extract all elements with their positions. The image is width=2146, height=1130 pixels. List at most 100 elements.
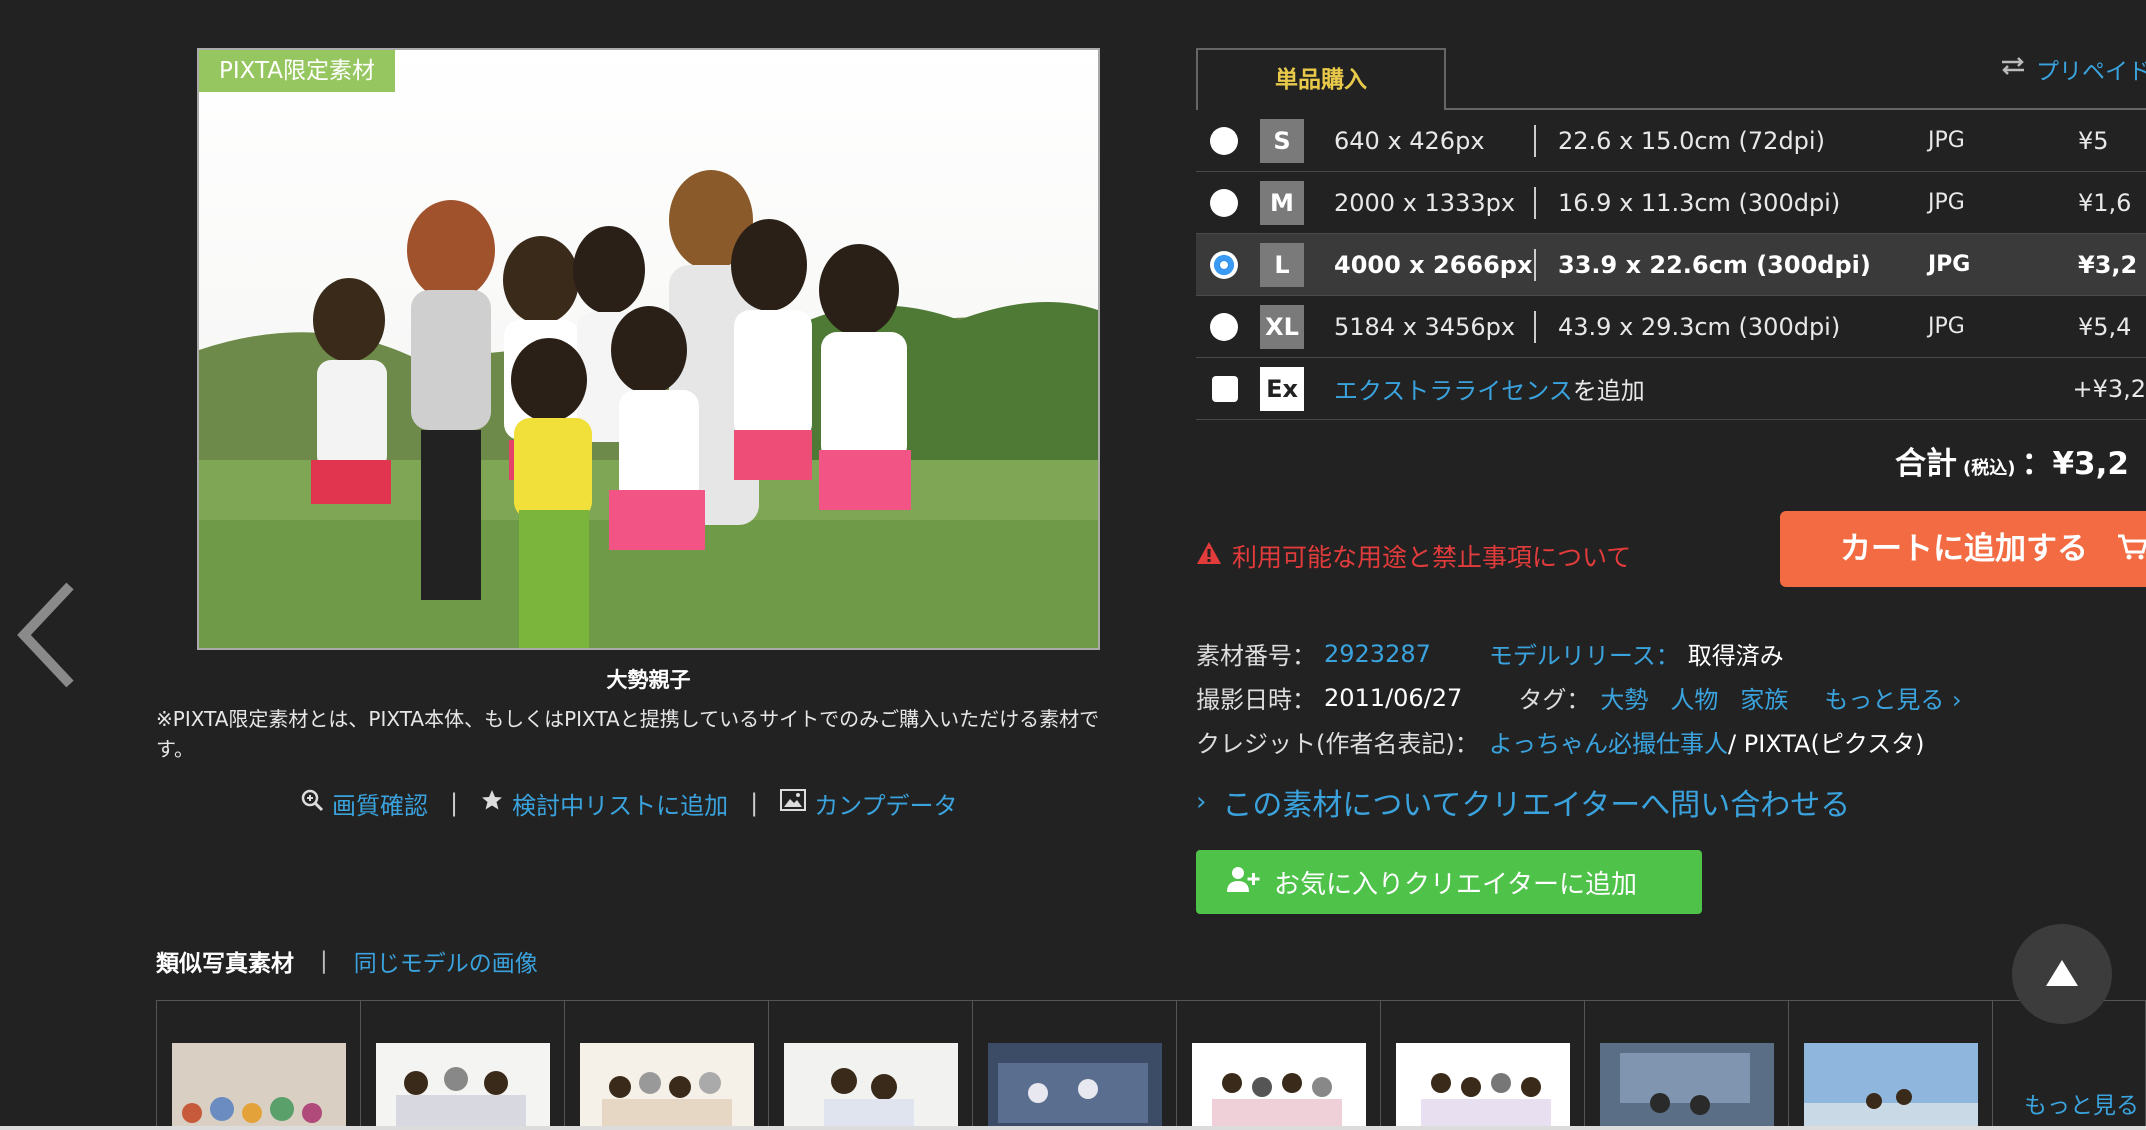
usage-warning-link[interactable]: 利用可能な用途と禁止事項について (1196, 538, 1631, 574)
size-code-badge: XL (1260, 304, 1304, 349)
size-option-l[interactable]: L 4000 x 2666px 33.9 x 22.6cm (300dpi) J… (1196, 234, 2146, 296)
similar-tabs: 類似写真素材 | 同じモデルの画像 (156, 944, 538, 978)
tag-link[interactable]: 人物 (1670, 680, 1718, 715)
cart-icon (2117, 513, 2146, 589)
credit-row: クレジット(作者名表記)： よっちゃん必撮仕事人 / PIXTA(ピクスタ) (1196, 724, 1925, 759)
divider: | (320, 948, 328, 974)
quality-check-link[interactable]: 画質確認 (300, 786, 428, 821)
size-radio[interactable] (1210, 312, 1238, 341)
size-option-s[interactable]: S 640 x 426px 22.6 x 15.0cm (72dpi) JPG … (1196, 110, 2146, 172)
thumbnail-image[interactable] (1600, 1043, 1774, 1130)
main-photo[interactable] (197, 48, 1100, 650)
date-label: 撮影日時： (1196, 686, 1316, 714)
size-print: 16.9 x 11.3cm (300dpi) (1558, 188, 1841, 217)
thumbnail-image[interactable] (376, 1043, 550, 1130)
divider: | (450, 789, 459, 817)
add-to-cart-label: カートに追加する (1840, 531, 2088, 567)
extra-license-text: エクストラライセンスを追加 (1334, 371, 1645, 406)
date-tags-row: 撮影日時： 2011/06/27 タグ： 大勢 人物 家族 もっと見る › (1196, 680, 1962, 715)
thumbnail-image[interactable] (1396, 1043, 1570, 1130)
tab-prepaid[interactable]: プリペイド (2000, 52, 2146, 86)
thumbnail-image[interactable] (580, 1043, 754, 1130)
size-radio[interactable] (1210, 126, 1238, 155)
scroll-to-top-button[interactable] (2012, 924, 2112, 1024)
tab-prepaid-label: プリペイド (2036, 59, 2146, 85)
tag-link[interactable]: 家族 (1740, 680, 1788, 715)
material-no-label: 素材番号： (1196, 642, 1316, 670)
size-format: JPG (1928, 252, 1971, 277)
thumbnail-item[interactable] (565, 1001, 769, 1130)
star-icon (480, 788, 504, 818)
credit-label: クレジット(作者名表記)： (1196, 730, 1479, 758)
size-pixels: 640 x 426px (1334, 126, 1485, 155)
tab-same-model[interactable]: 同じモデルの画像 (354, 944, 538, 978)
thumbnail-item[interactable] (361, 1001, 565, 1130)
total-price: 合計 (税込) ：¥3,2 (1895, 438, 2129, 483)
size-code-badge: L (1260, 242, 1304, 287)
thumbnail-item[interactable] (973, 1001, 1177, 1130)
divider (1534, 186, 1536, 219)
add-user-icon (1226, 865, 1260, 900)
extra-license-suffix: を追加 (1572, 377, 1645, 405)
size-code-badge: Ex (1260, 366, 1304, 411)
tab-similar-photos[interactable]: 類似写真素材 (156, 944, 294, 978)
size-price: ¥5,4 (2078, 312, 2132, 341)
thumbnail-item[interactable] (157, 1001, 361, 1130)
total-label: 合計 (1895, 446, 1957, 482)
thumbnail-image[interactable] (988, 1043, 1162, 1130)
add-to-cart-button[interactable]: カートに追加する (1780, 511, 2146, 587)
thumbnail-item[interactable] (1789, 1001, 1993, 1130)
zoom-icon (300, 788, 324, 818)
thumbnail-image[interactable] (1804, 1043, 1978, 1130)
add-to-list-link[interactable]: 検討中リストに追加 (480, 786, 728, 821)
thumbnail-image[interactable] (1192, 1043, 1366, 1130)
size-radio-selected[interactable] (1210, 250, 1238, 279)
size-pixels: 4000 x 2666px (1334, 250, 1533, 279)
tag-link[interactable]: 大勢 (1600, 680, 1648, 715)
size-format: JPG (1928, 128, 1965, 153)
more-similar-link[interactable]: もっと見る (2024, 1086, 2139, 1120)
similar-thumbnails (156, 1000, 2146, 1130)
material-no[interactable]: 2923287 (1324, 640, 1431, 668)
thumbnail-item[interactable] (1177, 1001, 1381, 1130)
credit-suffix: / PIXTA(ピクスタ) (1728, 730, 1925, 758)
extra-license-checkbox[interactable] (1212, 375, 1238, 402)
comp-data-link[interactable]: カンプデータ (780, 786, 957, 821)
size-option-xl[interactable]: XL 5184 x 3456px 43.9 x 29.3cm (300dpi) … (1196, 296, 2146, 358)
size-radio[interactable] (1210, 188, 1238, 217)
quality-check-label: 画質確認 (332, 791, 428, 820)
thumbnail-item[interactable] (1381, 1001, 1585, 1130)
total-tax-note: (税込) (1963, 458, 2016, 479)
thumbnail-image[interactable] (784, 1043, 958, 1130)
credit-author-link[interactable]: よっちゃん必撮仕事人 (1489, 724, 1728, 759)
size-option-m[interactable]: M 2000 x 1333px 16.9 x 11.3cm (300dpi) J… (1196, 172, 2146, 234)
divider (1534, 310, 1536, 343)
photo-actions: 画質確認 | 検討中リストに追加 | カンプデータ (300, 786, 957, 820)
tags-more-link[interactable]: もっと見る › (1824, 680, 1961, 715)
tab-single-purchase[interactable]: 単品購入 (1196, 48, 1446, 110)
chevron-right-icon: › (1196, 787, 1207, 817)
warning-icon (1196, 541, 1222, 571)
extra-license-option[interactable]: Ex エクストラライセンスを追加 +¥3,2 (1196, 358, 2146, 420)
exclusive-note: ※PIXTA限定素材とは、PIXTA本体、もしくはPIXTAと提携しているサイト… (156, 707, 1100, 761)
model-release-label[interactable]: モデルリリース： (1489, 636, 1680, 671)
previous-photo-arrow-icon[interactable] (14, 580, 84, 690)
size-print: 22.6 x 15.0cm (72dpi) (1558, 126, 1825, 155)
thumbnail-item[interactable] (769, 1001, 973, 1130)
extra-license-link[interactable]: エクストラライセンス (1334, 377, 1573, 405)
size-format: JPG (1928, 314, 1965, 339)
swap-icon (2000, 56, 2026, 82)
size-price: ¥3,2 (2078, 250, 2138, 279)
thumbnail-item[interactable] (1585, 1001, 1789, 1130)
add-to-list-label: 検討中リストに追加 (512, 791, 729, 820)
arrow-up-icon (2046, 960, 2078, 986)
size-print: 43.9 x 29.3cm (300dpi) (1558, 312, 1841, 341)
thumbnail-image[interactable] (172, 1043, 346, 1130)
material-info-row: 素材番号： 2923287 モデルリリース： 取得済み (1196, 636, 1784, 671)
bottom-divider (0, 1126, 2146, 1130)
contact-creator-link[interactable]: › この素材についてクリエイターへ問い合わせる (1196, 780, 1850, 824)
comp-data-label: カンプデータ (814, 791, 958, 820)
size-print: 33.9 x 22.6cm (300dpi) (1558, 250, 1871, 279)
favorite-creator-button[interactable]: お気に入りクリエイターに追加 (1196, 850, 1702, 914)
size-pixels: 2000 x 1333px (1334, 188, 1516, 217)
